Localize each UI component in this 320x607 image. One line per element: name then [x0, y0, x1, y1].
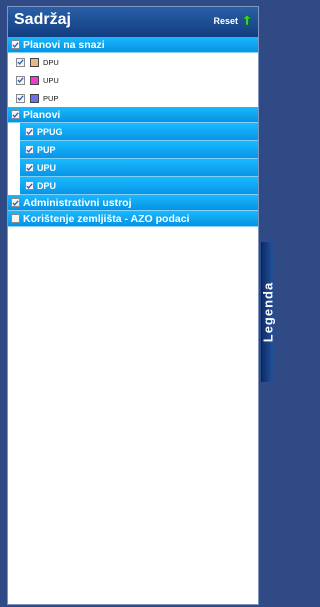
checkbox[interactable] — [16, 57, 25, 67]
panel-title: Sadržaj — [14, 11, 71, 28]
layer-label: DPU — [43, 57, 59, 67]
group-planovi[interactable]: Planovi — [8, 107, 258, 123]
layer-item-upu[interactable]: UPU — [20, 159, 258, 177]
checkbox[interactable] — [25, 145, 34, 154]
checkbox[interactable] — [25, 127, 34, 136]
layer-item-pup[interactable]: PUP — [20, 141, 258, 159]
group-planovi-na-snazi[interactable]: Planovi na snazi — [8, 37, 258, 53]
layer-label: UPU — [37, 162, 57, 173]
color-swatch — [30, 93, 39, 103]
layer-item-upu[interactable]: UPU — [8, 71, 258, 89]
layer-label: DPU — [37, 180, 57, 191]
color-swatch — [30, 75, 39, 85]
color-swatch — [30, 57, 39, 67]
panel-header: Sadržaj Reset — [8, 7, 258, 37]
reset-arrow-icon[interactable] — [242, 14, 252, 26]
layer-label: PPUG — [37, 126, 63, 137]
legend-tab[interactable]: Legenda — [260, 242, 275, 382]
group-administrativni-ustroj[interactable]: Administrativni ustroj — [8, 195, 258, 211]
checkbox[interactable] — [11, 214, 20, 223]
checkbox[interactable] — [11, 110, 20, 119]
checkbox[interactable] — [16, 75, 25, 85]
checkbox[interactable] — [11, 40, 20, 49]
group-label: Korištenje zemljišta - AZO podaci — [23, 212, 190, 225]
checkbox[interactable] — [25, 181, 34, 190]
layer-item-dpu[interactable]: DPU — [8, 53, 258, 71]
reset-button[interactable]: Reset — [213, 16, 238, 26]
group-label: Planovi na snazi — [23, 38, 105, 51]
layer-item-dpu[interactable]: DPU — [20, 177, 258, 195]
layer-item-pup[interactable]: PUP — [8, 89, 258, 107]
content-panel: Sadržaj Reset Planovi na snazi DPU UPU P… — [7, 6, 259, 605]
checkbox[interactable] — [25, 163, 34, 172]
group-koristenje-zemljista[interactable]: Korištenje zemljišta - AZO podaci — [8, 211, 258, 227]
group-label: Administrativni ustroj — [23, 196, 132, 209]
legend-tab-label: Legenda — [260, 281, 275, 343]
layer-item-ppug[interactable]: PPUG — [20, 123, 258, 141]
checkbox[interactable] — [11, 198, 20, 207]
layer-label: PUP — [37, 144, 56, 155]
layer-label: UPU — [43, 75, 59, 85]
checkbox[interactable] — [16, 93, 25, 103]
group-label: Planovi — [23, 108, 61, 121]
layer-label: PUP — [43, 93, 59, 103]
